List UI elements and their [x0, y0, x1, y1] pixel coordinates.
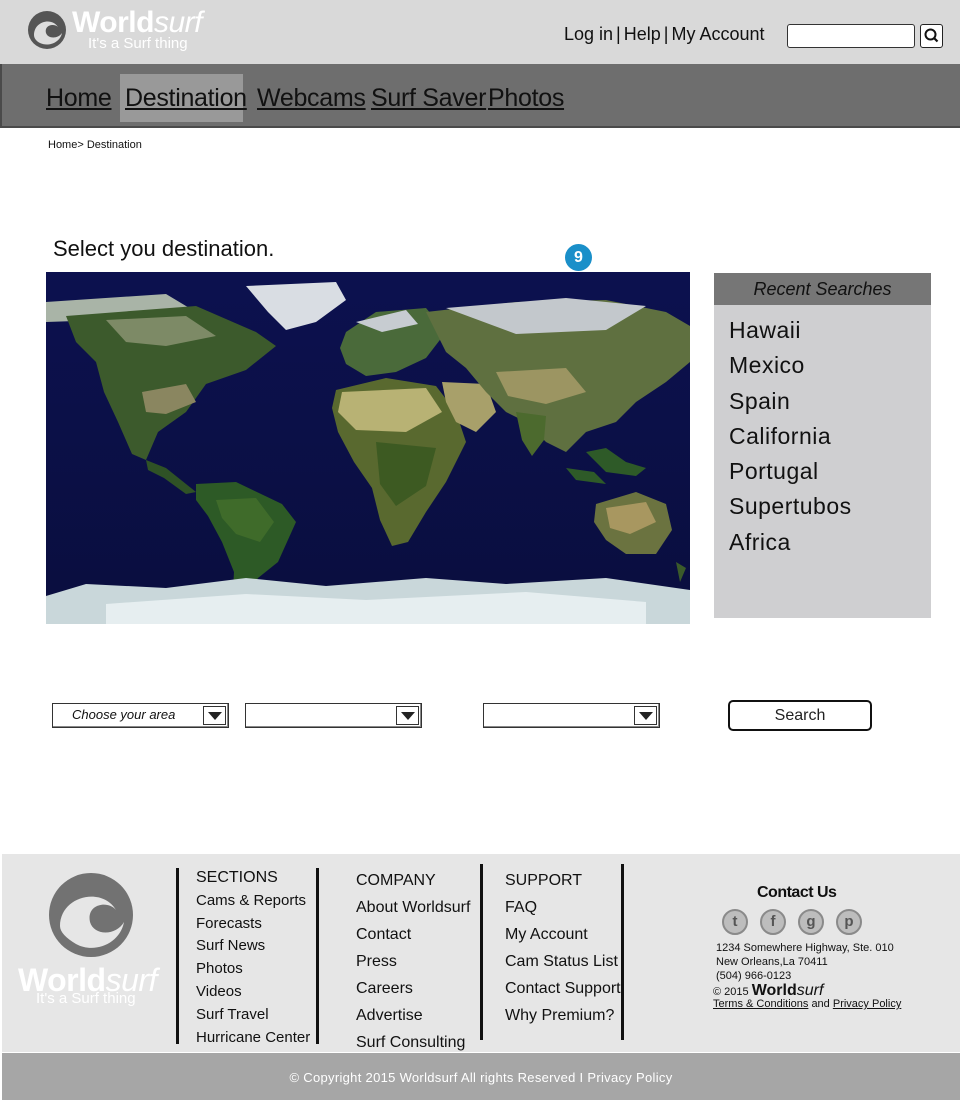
footer-link[interactable]: Press: [356, 948, 470, 975]
recent-search-item[interactable]: California: [729, 419, 931, 454]
top-bar: Worldsurf It's a Surf thing Log in | Help |…: [0, 0, 960, 64]
recent-searches-list: Hawaii Mexico Spain California Portugal …: [714, 305, 931, 560]
facebook-icon[interactable]: f: [760, 909, 786, 935]
annotation-badge: 9: [565, 244, 592, 271]
world-map[interactable]: [46, 272, 690, 624]
footer-link[interactable]: Forecasts: [196, 913, 310, 936]
footer-link[interactable]: About Worldsurf: [356, 894, 470, 921]
google-icon[interactable]: g: [798, 909, 824, 935]
footer-divider: [621, 864, 624, 1040]
chevron-down-icon[interactable]: [396, 706, 419, 725]
world-map-image: [46, 272, 690, 624]
footer-divider: [176, 868, 179, 1044]
breadcrumb[interactable]: Home> Destination: [48, 139, 142, 151]
footer-sections-title: SECTIONS: [196, 869, 278, 886]
wave-logo-icon: [28, 11, 66, 49]
footer-sections: SECTIONS Cams & Reports Forecasts Surf N…: [196, 867, 310, 1049]
footer-divider: [480, 864, 483, 1040]
page-title: Select you destination.: [53, 236, 275, 261]
chevron-down-icon[interactable]: [634, 706, 657, 725]
search-input[interactable]: [787, 24, 915, 48]
footer-link[interactable]: Cam Status List: [505, 948, 621, 975]
contact-title: Contact Us: [757, 884, 837, 901]
login-link[interactable]: Log in: [564, 24, 613, 44]
main-nav: Home Destination Webcams Surf Saver Phot…: [0, 64, 960, 128]
recent-searches-panel: Recent Searches Hawaii Mexico Spain Cali…: [714, 273, 931, 618]
terms-link[interactable]: Terms & Conditions: [713, 998, 808, 1010]
footer-link[interactable]: Contact Support: [505, 975, 621, 1002]
footer-company: COMPANY About Worldsurf Contact Press Ca…: [356, 867, 470, 1056]
area-select[interactable]: Choose your area: [52, 703, 229, 728]
recent-search-item[interactable]: Africa: [729, 525, 931, 560]
recent-searches-title: Recent Searches: [714, 273, 931, 305]
footer-link[interactable]: Photos: [196, 958, 310, 981]
footer-divider: [316, 868, 319, 1044]
my-account-link[interactable]: My Account: [671, 24, 764, 44]
account-links: Log in | Help | My Account: [564, 24, 765, 44]
footer-link[interactable]: Cams & Reports: [196, 890, 310, 913]
recent-search-item[interactable]: Spain: [729, 384, 931, 419]
nav-photos[interactable]: Photos: [488, 74, 564, 122]
footer-company-title: COMPANY: [356, 872, 436, 889]
footer-link[interactable]: FAQ: [505, 894, 621, 921]
site-logo[interactable]: Worldsurf It's a Surf thing: [26, 6, 226, 56]
footer-link[interactable]: Videos: [196, 981, 310, 1004]
footer-logo-tagline: It's a Surf thing: [36, 990, 136, 1007]
nav-destination[interactable]: Destination: [120, 74, 247, 122]
nav-home[interactable]: Home: [46, 74, 112, 122]
footer-link[interactable]: Advertise: [356, 1002, 470, 1029]
destination-search-button[interactable]: Search: [728, 700, 872, 731]
footer-link[interactable]: Surf Consulting: [356, 1029, 470, 1056]
footer-support-title: SUPPORT: [505, 872, 583, 889]
footer-link[interactable]: Hurricane Center: [196, 1027, 310, 1050]
wave-logo-icon: [49, 873, 133, 957]
twitter-icon[interactable]: t: [722, 909, 748, 935]
footer-link[interactable]: Contact: [356, 921, 470, 948]
recent-search-item[interactable]: Supertubos: [729, 489, 931, 524]
footer-link[interactable]: Careers: [356, 975, 470, 1002]
pinterest-icon[interactable]: p: [836, 909, 862, 935]
footer-link[interactable]: My Account: [505, 921, 621, 948]
recent-search-item[interactable]: Portugal: [729, 454, 931, 489]
nav-webcams[interactable]: Webcams: [257, 74, 366, 122]
area-select-value: Choose your area: [72, 707, 176, 722]
region-select[interactable]: [245, 703, 422, 728]
copyright-bar: © Copyright 2015 Worldsurf All rights Re…: [2, 1053, 960, 1100]
nav-surf-saver[interactable]: Surf Saver: [371, 74, 486, 122]
search-icon: [924, 28, 939, 43]
footer-link[interactable]: Surf News: [196, 935, 310, 958]
help-link[interactable]: Help: [624, 24, 661, 44]
footer: Worldsurf It's a Surf thing SECTIONS Cam…: [2, 854, 960, 1052]
footer-support: SUPPORT FAQ My Account Cam Status List C…: [505, 867, 621, 1029]
chevron-down-icon[interactable]: [203, 706, 226, 725]
recent-search-item[interactable]: Mexico: [729, 348, 931, 383]
spot-select[interactable]: [483, 703, 660, 728]
recent-search-item[interactable]: Hawaii: [729, 313, 931, 348]
search-button[interactable]: [920, 24, 943, 48]
footer-link[interactable]: Surf Travel: [196, 1004, 310, 1027]
footer-logo[interactable]: Worldsurf It's a Surf thing: [18, 870, 168, 1020]
legal-links: Terms & Conditions and Privacy Policy: [713, 998, 902, 1010]
logo-tagline: It's a Surf thing: [88, 35, 188, 52]
footer-link[interactable]: Why Premium?: [505, 1002, 621, 1029]
contact-address: 1234 Somewhere Highway, Ste. 010 New Orl…: [716, 942, 894, 982]
privacy-link[interactable]: Privacy Policy: [833, 998, 901, 1010]
